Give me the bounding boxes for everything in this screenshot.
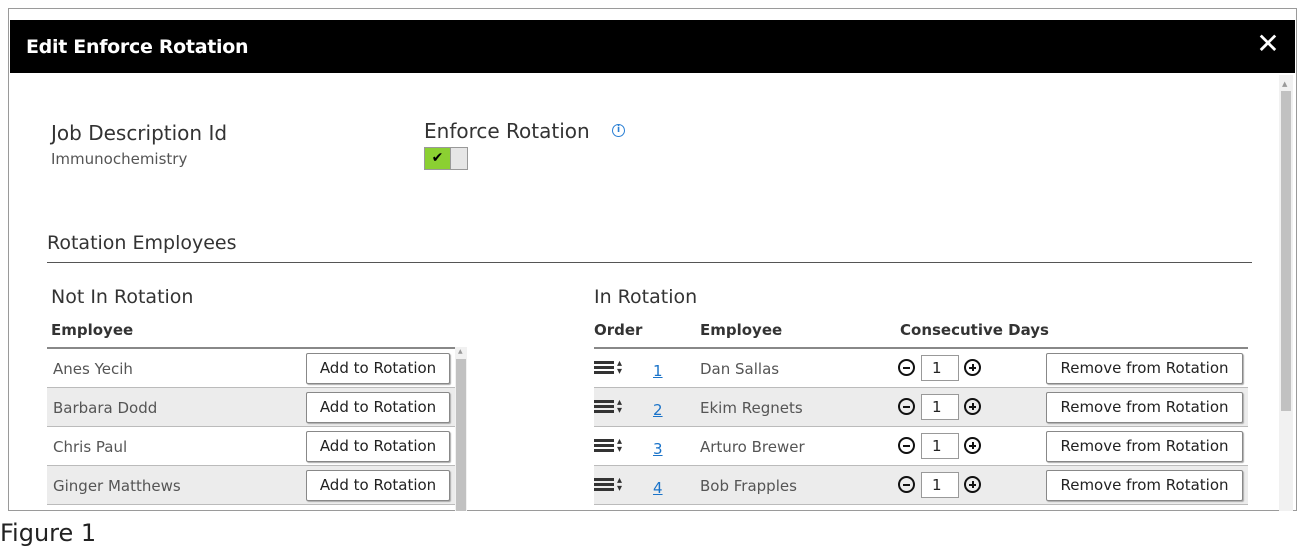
table-row: Anes Yecih Add to Rotation: [47, 349, 455, 388]
check-icon: ✔: [425, 148, 451, 169]
employee-name: Ginger Matthews: [53, 477, 181, 495]
employee-name: Arturo Brewer: [700, 438, 805, 456]
dialog-scrollbar-thumb[interactable]: [1281, 91, 1291, 411]
not-in-rotation-employee-header: Employee: [51, 321, 134, 339]
order-link[interactable]: 3: [653, 440, 663, 458]
employee-name: Anes Yecih: [53, 360, 133, 378]
order-link[interactable]: 4: [653, 479, 663, 497]
table-row: Ginger Matthews Add to Rotation: [47, 466, 455, 505]
section-divider: [47, 262, 1252, 263]
dialog-titlebar: Edit Enforce Rotation ✕: [10, 20, 1295, 73]
minus-circle-icon[interactable]: [898, 476, 915, 493]
info-icon[interactable]: i: [612, 124, 625, 137]
add-to-rotation-button[interactable]: Add to Rotation: [306, 431, 450, 462]
table-row: ▴▾ 3 Arturo Brewer Remove from Rotation: [594, 427, 1248, 466]
plus-circle-icon[interactable]: [964, 476, 981, 493]
job-description-label: Job Description Id: [51, 121, 228, 145]
consecutive-days-column-header: Consecutive Days: [900, 321, 1049, 339]
scroll-up-arrow-icon[interactable]: ▲: [1282, 80, 1287, 88]
scroll-up-arrow-icon[interactable]: ▲: [458, 348, 463, 355]
add-to-rotation-button[interactable]: Add to Rotation: [306, 470, 450, 501]
employee-name: Dan Sallas: [700, 360, 780, 378]
minus-circle-icon[interactable]: [898, 398, 915, 415]
plus-circle-icon[interactable]: [964, 437, 981, 454]
drag-handle-icon[interactable]: ▴ ▾: [594, 359, 630, 380]
consecutive-days-input[interactable]: [921, 394, 959, 420]
remove-from-rotation-button[interactable]: Remove from Rotation: [1046, 353, 1243, 384]
table-row: ▴▾ 4 Bob Frapples Remove from Rotation: [594, 466, 1248, 505]
rotation-employees-heading: Rotation Employees: [47, 232, 237, 254]
employee-name: Ekim Regnets: [700, 399, 803, 417]
add-to-rotation-button[interactable]: Add to Rotation: [306, 392, 450, 423]
in-rotation-heading: In Rotation: [594, 286, 698, 308]
employee-name: Bob Frapples: [700, 477, 797, 495]
plus-circle-icon[interactable]: [964, 398, 981, 415]
drag-handle-icon[interactable]: ▴ ▾: [594, 398, 630, 419]
minus-circle-icon[interactable]: [898, 359, 915, 376]
order-link[interactable]: 2: [653, 401, 663, 419]
plus-circle-icon[interactable]: [964, 359, 981, 376]
employee-column-header: Employee: [700, 321, 783, 339]
table-row: ▴▾ 1 Dan Sallas Remove from Rotation: [594, 349, 1248, 388]
table-row: Chris Paul Add to Rotation: [47, 427, 455, 466]
table-row: Barbara Dodd Add to Rotation: [47, 388, 455, 427]
employee-name: Chris Paul: [53, 438, 128, 456]
consecutive-days-input[interactable]: [921, 472, 959, 498]
dialog-title: Edit Enforce Rotation: [26, 36, 249, 58]
remove-from-rotation-button[interactable]: Remove from Rotation: [1046, 392, 1243, 423]
remove-from-rotation-button[interactable]: Remove from Rotation: [1046, 431, 1243, 462]
dialog-scrollbar[interactable]: ▲: [1279, 75, 1293, 511]
drag-handle-icon[interactable]: ▴ ▾: [594, 476, 630, 497]
consecutive-days-input[interactable]: [921, 433, 959, 459]
remove-from-rotation-button[interactable]: Remove from Rotation: [1046, 470, 1243, 501]
in-rotation-table: ▴▾ 1 Dan Sallas Remove from Rotation ▴▾ …: [594, 347, 1248, 511]
job-description-value: Immunochemistry: [51, 150, 188, 168]
close-icon[interactable]: ✕: [1253, 27, 1283, 61]
table-row: ▴▾ 2 Ekim Regnets Remove from Rotation: [594, 388, 1248, 427]
figure-caption: Figure 1: [0, 519, 97, 547]
not-in-rotation-scrollbar[interactable]: ▲: [455, 347, 467, 511]
drag-handle-icon[interactable]: ▴ ▾: [594, 437, 630, 458]
minus-circle-icon[interactable]: [898, 437, 915, 454]
order-link[interactable]: 1: [653, 362, 663, 380]
order-column-header: Order: [594, 321, 643, 339]
enforce-rotation-label: Enforce Rotation: [424, 119, 590, 143]
consecutive-days-input[interactable]: [921, 355, 959, 381]
not-in-rotation-scrollbar-thumb[interactable]: [456, 359, 466, 511]
add-to-rotation-button[interactable]: Add to Rotation: [306, 353, 450, 384]
employee-name: Barbara Dodd: [53, 399, 158, 417]
enforce-rotation-toggle[interactable]: ✔: [424, 147, 468, 170]
not-in-rotation-table: Anes Yecih Add to Rotation Barbara Dodd …: [47, 347, 455, 511]
not-in-rotation-heading: Not In Rotation: [51, 286, 194, 308]
